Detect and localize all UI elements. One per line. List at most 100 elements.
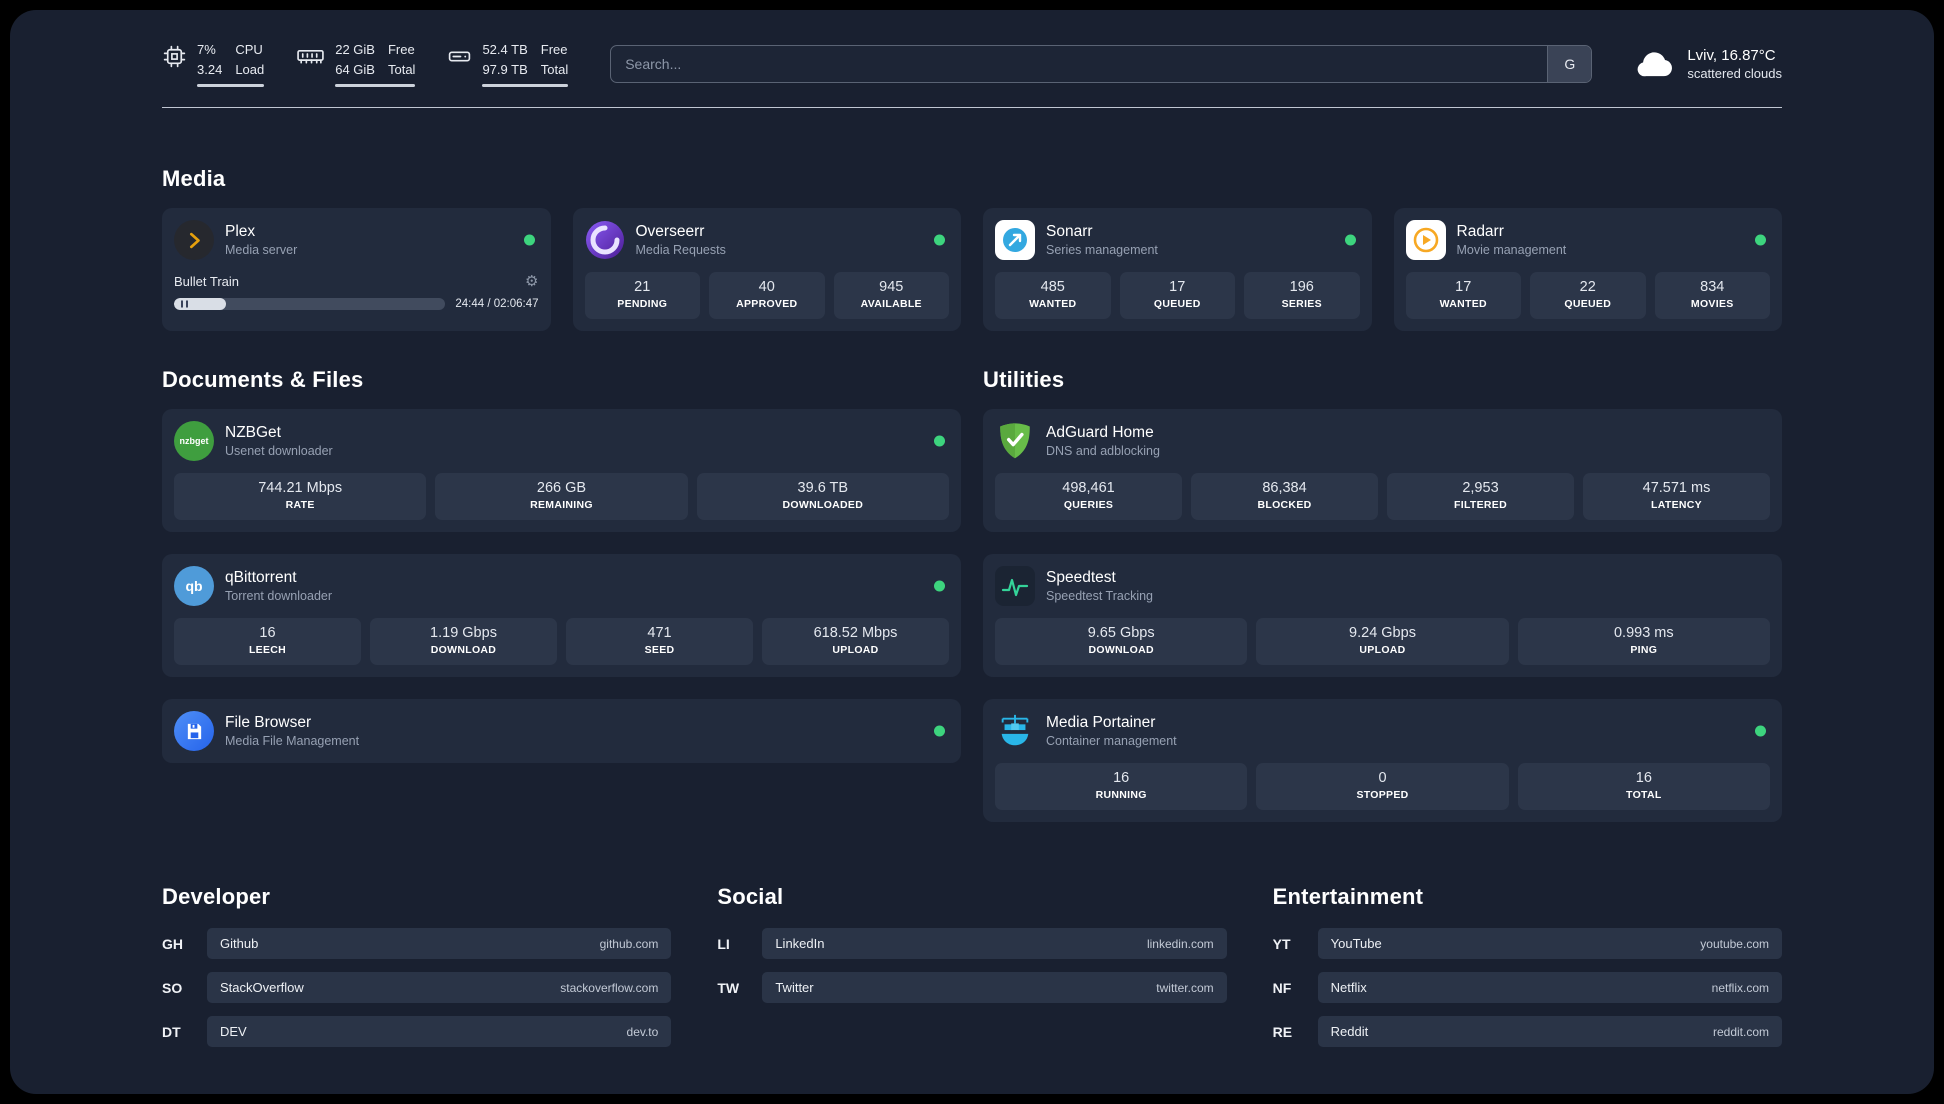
stat-label: RUNNING: [1095, 789, 1147, 801]
stat-value: 17: [1455, 279, 1472, 295]
stat-value: 16: [1113, 770, 1130, 786]
stat-label: FILTERED: [1454, 499, 1507, 511]
stat-label: DOWNLOAD: [1088, 644, 1154, 656]
bookmark-link-netflix[interactable]: Netflix netflix.com: [1317, 972, 1782, 1003]
bookmark-abbr: NF: [1272, 979, 1292, 996]
bookmark-link-stackoverflow[interactable]: StackOverflow stackoverflow.com: [207, 972, 672, 1003]
cpu-chip-icon: [162, 44, 187, 69]
stat-value: 485: [1040, 279, 1065, 295]
service-name: Sonarr: [1046, 223, 1093, 240]
speedtest-icon: [995, 566, 1035, 606]
pause-icon[interactable]: [181, 300, 188, 308]
filebrowser-service-link[interactable]: File Browser Media File Management: [174, 711, 949, 751]
disk-free-value: 52.4 TB: [482, 42, 528, 57]
nzbget-stats: 744.21 Mbps RATE 266 GB REMAINING 39.6 T…: [174, 473, 949, 520]
bookmark-abbr: YT: [1272, 935, 1291, 952]
stat-value: 471: [647, 625, 672, 641]
status-online-dot: [1344, 234, 1356, 246]
bookmark-url: dev.to: [626, 1024, 659, 1039]
gear-icon[interactable]: ⚙: [525, 274, 538, 289]
bookmark-name: Reddit: [1330, 1024, 1369, 1039]
stat-value: 9.65 Gbps: [1087, 625, 1155, 641]
stat-tile: 86,384 BLOCKED: [1191, 473, 1378, 520]
documents-column: Documents & Files nzbget NZBGet Usenet d…: [162, 367, 961, 822]
bookmark-url: youtube.com: [1700, 936, 1769, 951]
playback-progress-bar[interactable]: [174, 298, 446, 310]
stat-label: QUEUED: [1564, 298, 1612, 310]
bookmark-link-github[interactable]: Github github.com: [207, 928, 672, 959]
service-subtitle: Movie management: [1456, 243, 1567, 257]
stat-tile: 9.65 Gbps DOWNLOAD: [995, 618, 1248, 665]
stat-tile: 2,953 FILTERED: [1387, 473, 1574, 520]
adguard-service-link[interactable]: AdGuard Home DNS and adblocking: [995, 421, 1770, 461]
stat-tile: 16 RUNNING: [995, 763, 1248, 810]
stat-tile: 9.24 Gbps UPLOAD: [1256, 618, 1509, 665]
bookmark-link-linkedin[interactable]: LinkedIn linkedin.com: [762, 928, 1227, 959]
qbittorrent-service-link[interactable]: qb qBittorrent Torrent downloader: [174, 566, 949, 606]
qbittorrent-stats: 16 LEECH 1.19 Gbps DOWNLOAD 471 SEED 618…: [174, 618, 949, 665]
bookmark-row: RE Reddit reddit.com: [1273, 1016, 1782, 1047]
dashboard-panel: 7% 3.24 CPU Load 22 GiB 64 GiB Free Tota…: [10, 10, 1934, 1094]
overseerr-card: Overseerr Media Requests 21 PENDING 40 A…: [572, 208, 961, 331]
stat-label: PENDING: [617, 298, 668, 310]
speedtest-service-link[interactable]: Speedtest Speedtest Tracking: [995, 566, 1770, 606]
stat-tile: 266 GB REMAINING: [435, 473, 688, 520]
section-title-media: Media: [162, 166, 226, 191]
search-input[interactable]: [611, 45, 1548, 82]
service-subtitle: Media server: [225, 243, 298, 257]
media-grid: Plex Media server Bullet Train ⚙ 24:44 /…: [162, 208, 1782, 331]
cpu-usage-label: CPU: [235, 42, 263, 57]
ram-widget: 22 GiB 64 GiB Free Total: [296, 40, 416, 87]
stat-tile: 498,461 QUERIES: [995, 473, 1182, 520]
speedtest-card: Speedtest Speedtest Tracking 9.65 Gbps D…: [983, 554, 1782, 677]
cpu-usage-bar: [197, 84, 265, 87]
bookmark-row: GH Github github.com: [162, 928, 672, 959]
overseerr-service-link[interactable]: Overseerr Media Requests: [585, 220, 950, 260]
search-provider-button[interactable]: G: [1547, 45, 1592, 82]
cpu-load-label: Load: [235, 61, 265, 77]
sonarr-service-link[interactable]: Sonarr Series management: [995, 220, 1360, 260]
section-title-entertainment: Entertainment: [1272, 884, 1424, 909]
now-playing-title: Bullet Train: [174, 274, 240, 289]
stat-tile: 0.993 ms PING: [1517, 618, 1770, 665]
portainer-service-link[interactable]: Media Portainer Container management: [995, 711, 1770, 751]
stat-tile: 744.21 Mbps RATE: [174, 473, 427, 520]
plex-service-link[interactable]: Plex Media server: [174, 220, 539, 260]
bookmark-link-twitter[interactable]: Twitter twitter.com: [762, 972, 1227, 1003]
stat-value: 47.571 ms: [1642, 480, 1711, 496]
nzbget-service-link[interactable]: nzbget NZBGet Usenet downloader: [174, 421, 949, 461]
stat-value: 86,384: [1262, 480, 1307, 496]
bookmark-link-reddit[interactable]: Reddit reddit.com: [1317, 1016, 1782, 1047]
stat-value: 618.52 Mbps: [813, 625, 898, 641]
radarr-stats: 17 WANTED 22 QUEUED 834 MOVIES: [1405, 272, 1770, 319]
stat-label: DOWNLOAD: [430, 644, 497, 656]
adguard-shield-icon: [995, 421, 1035, 461]
section-title-utilities: Utilities: [983, 367, 1065, 392]
playback-row: 24:44 / 02:06:47: [174, 298, 539, 310]
bookmark-abbr: LI: [717, 935, 730, 952]
stat-value: 266 GB: [536, 480, 587, 496]
stat-label: AVAILABLE: [860, 298, 922, 310]
ram-usage-bar: [335, 84, 416, 87]
bookmark-link-dev[interactable]: DEV dev.to: [207, 1016, 672, 1047]
bookmark-link-youtube[interactable]: YouTube youtube.com: [1317, 928, 1782, 959]
bookmark-url: github.com: [599, 936, 659, 951]
stat-tile: 485 WANTED: [995, 272, 1111, 319]
now-playing-row: Bullet Train ⚙: [174, 274, 539, 289]
stat-value: 196: [1289, 279, 1314, 295]
overseerr-stats: 21 PENDING 40 APPROVED 945 AVAILABLE: [584, 272, 949, 319]
radarr-service-link[interactable]: Radarr Movie management: [1405, 220, 1771, 260]
bookmark-name: DEV: [220, 1024, 247, 1039]
bookmark-name: Netflix: [1330, 980, 1367, 995]
developer-bookmarks: Developer GH Github github.com SO StackO…: [162, 884, 672, 1060]
bookmark-abbr: RE: [1272, 1023, 1293, 1040]
stat-label: MOVIES: [1690, 298, 1734, 310]
stat-value: 0.993 ms: [1613, 625, 1674, 641]
search-bar[interactable]: G: [610, 44, 1593, 83]
stat-label: LEECH: [248, 644, 287, 656]
plex-card: Plex Media server Bullet Train ⚙ 24:44 /…: [162, 208, 551, 331]
cpu-usage-value: 7%: [197, 42, 216, 57]
stat-value: 834: [1700, 279, 1725, 295]
service-subtitle: Media File Management: [225, 734, 360, 748]
system-widgets: 7% 3.24 CPU Load 22 GiB 64 GiB Free Tota…: [162, 40, 569, 87]
